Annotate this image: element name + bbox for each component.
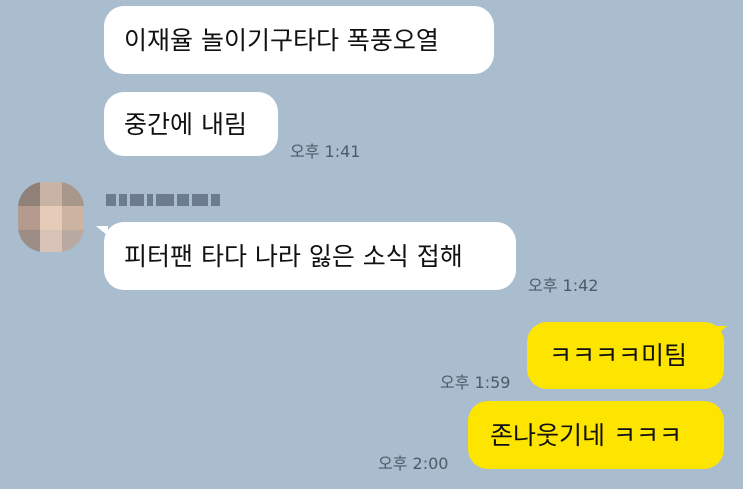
chat-bubble-incoming[interactable]: 중간에 내림 xyxy=(104,92,278,156)
message-text: 이재율 놀이기구타다 폭풍오열 xyxy=(124,25,439,55)
message-timestamp: 오후 1:42 xyxy=(528,276,599,295)
message-text: 중간에 내림 xyxy=(124,109,247,139)
sender-avatar[interactable] xyxy=(18,182,84,252)
message-timestamp: 오후 1:41 xyxy=(290,142,361,161)
message-text: 존나웃기네 ㅋㅋㅋ xyxy=(490,420,682,450)
message-text: ㅋㅋㅋㅋ미팀 xyxy=(549,341,688,370)
message-text: 피터팬 타다 나라 잃은 소식 접해 xyxy=(124,241,463,271)
message-timestamp: 오후 2:00 xyxy=(378,454,449,473)
chat-bubble-incoming[interactable]: 피터팬 타다 나라 잃은 소식 접해 xyxy=(104,222,516,290)
message-timestamp: 오후 1:59 xyxy=(440,373,511,392)
chat-bubble-outgoing[interactable]: 존나웃기네 ㅋㅋㅋ xyxy=(468,401,724,469)
bubble-tail-outgoing xyxy=(715,326,727,336)
chat-bubble-incoming[interactable]: 이재율 놀이기구타다 폭풍오열 xyxy=(104,6,494,74)
chat-bubble-outgoing[interactable]: ㅋㅋㅋㅋ미팀 xyxy=(527,322,724,389)
sender-name-blurred xyxy=(106,190,226,210)
